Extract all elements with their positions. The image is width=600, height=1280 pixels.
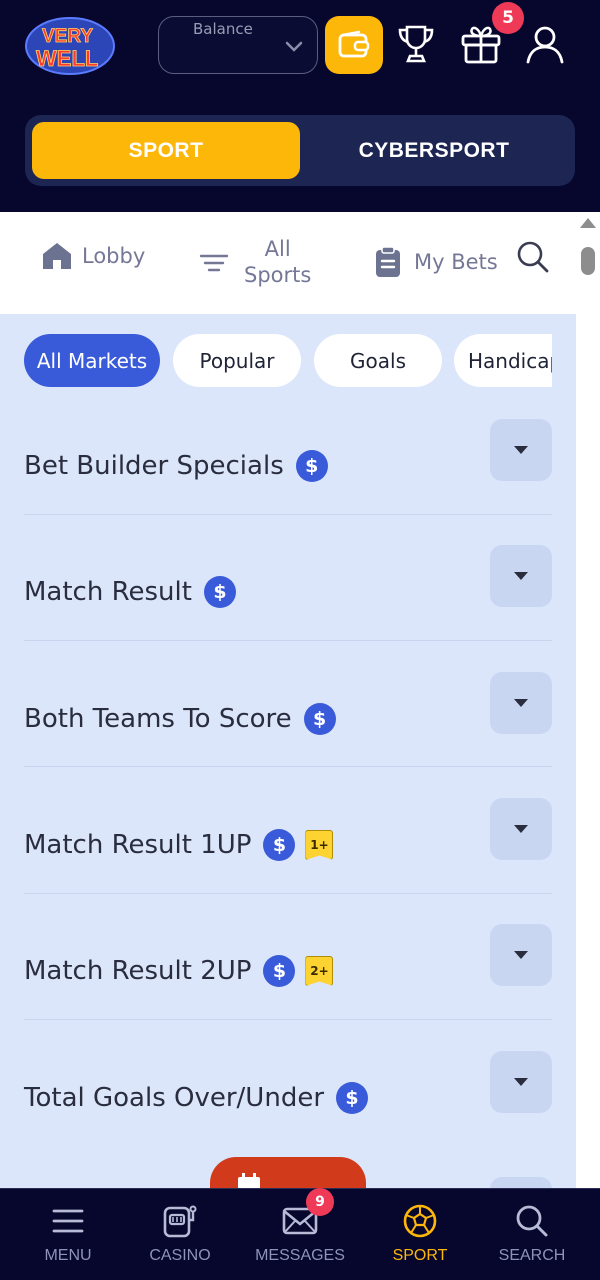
market-row[interactable]: Match Result 1UP $ 1+ xyxy=(24,798,552,898)
home-icon xyxy=(43,243,71,269)
bottom-nav-menu-label: MENU xyxy=(44,1247,92,1264)
search-icon xyxy=(516,1205,548,1237)
bottom-nav-sport-label: SPORT xyxy=(392,1247,448,1264)
nav-lobby[interactable]: Lobby xyxy=(40,240,145,272)
all-sports-line2: Sports xyxy=(244,263,312,287)
dollar-coin-icon: $ xyxy=(263,829,296,861)
search-icon xyxy=(517,241,549,273)
market-title: Total Goals Over/Under $ xyxy=(24,1082,369,1114)
chevron-down-icon xyxy=(285,41,303,52)
market-row[interactable]: Total Goals Over/Under $ xyxy=(24,1051,552,1151)
bottom-nav-sport[interactable]: SPORT xyxy=(360,1189,480,1280)
market-title-text: Match Result 2UP xyxy=(24,956,252,986)
trophy-icon xyxy=(398,25,434,63)
row-divider xyxy=(24,1019,552,1020)
market-title: Match Result $ xyxy=(24,576,236,608)
nav-my-bets-label: My Bets xyxy=(414,250,498,274)
market-title-text: Match Result xyxy=(24,577,192,607)
bottom-nav-menu[interactable]: MENU xyxy=(8,1189,128,1280)
gift-notification-badge: 5 xyxy=(492,2,524,34)
all-sports-line1: All xyxy=(264,237,291,261)
expand-button[interactable] xyxy=(490,545,552,607)
expand-button[interactable] xyxy=(490,672,552,734)
chip-all-markets[interactable]: All Markets xyxy=(24,334,160,387)
market-row[interactable]: Bet Builder Specials $ xyxy=(24,419,552,519)
market-title-text: Total Goals Over/Under xyxy=(24,1083,325,1113)
balance-dropdown[interactable]: Balance xyxy=(158,16,318,74)
market-row[interactable]: Match Result $ xyxy=(24,545,552,645)
bottom-navigation: MENU CASINO MESSAGES SPORT SEARCH xyxy=(0,1188,600,1280)
expand-button[interactable] xyxy=(490,1051,552,1113)
balance-label: Balance xyxy=(193,20,253,38)
sport-nav-bar: Lobby All Sports My Bets xyxy=(0,212,576,314)
caret-down-icon xyxy=(514,825,528,833)
sport-tab[interactable]: SPORT xyxy=(32,122,300,179)
row-divider xyxy=(24,766,552,767)
account-button[interactable] xyxy=(523,22,567,66)
nav-my-bets[interactable]: My Bets xyxy=(374,246,498,278)
market-row[interactable]: Both Teams To Score $ xyxy=(24,672,552,772)
expand-button[interactable] xyxy=(490,798,552,860)
boost-tag-badge: 2+ xyxy=(305,956,334,986)
dollar-coin-icon: $ xyxy=(303,703,336,735)
caret-down-icon xyxy=(514,446,528,454)
caret-down-icon xyxy=(514,951,528,959)
caret-down-icon xyxy=(514,699,528,707)
boost-tag-badge: 1+ xyxy=(305,830,334,860)
bottom-nav-search-label: SEARCH xyxy=(498,1247,566,1264)
nav-lobby-label: Lobby xyxy=(82,244,146,268)
expand-button[interactable] xyxy=(490,924,552,986)
wallet-button[interactable] xyxy=(325,16,383,74)
sport-type-switch: SPORT CYBERSPORT xyxy=(25,115,575,186)
wallet-icon xyxy=(338,30,370,58)
messages-notification-badge: 9 xyxy=(306,1188,334,1216)
scroll-up-arrow-icon[interactable] xyxy=(580,218,596,228)
market-title: Match Result 2UP $ 2+ xyxy=(24,955,334,987)
market-title-text: Both Teams To Score xyxy=(24,704,292,734)
chip-handicap[interactable]: Handicap xyxy=(454,334,552,387)
chip-goals[interactable]: Goals xyxy=(314,334,442,387)
market-title-text: Bet Builder Specials xyxy=(24,451,284,481)
caret-down-icon xyxy=(514,572,528,580)
nav-all-sports-label: All Sports xyxy=(244,236,311,288)
market-title-text: Match Result 1UP xyxy=(24,830,252,860)
logo-text-well: WELL xyxy=(36,46,98,71)
hamburger-menu-icon xyxy=(52,1209,84,1233)
market-filter-chips: All Markets Popular Goals Handicap xyxy=(0,330,552,392)
scrollbar[interactable] xyxy=(576,212,600,1188)
soccer-ball-icon xyxy=(403,1204,437,1238)
bottom-nav-casino[interactable]: CASINO xyxy=(120,1189,240,1280)
bottom-nav-messages-label: MESSAGES xyxy=(255,1247,345,1264)
dollar-coin-icon: $ xyxy=(263,955,296,987)
very-well-logo[interactable]: VERY WELL xyxy=(22,12,118,78)
market-title: Match Result 1UP $ 1+ xyxy=(24,829,334,861)
scrollbar-thumb[interactable] xyxy=(581,247,595,275)
nav-all-sports[interactable]: All Sports xyxy=(198,236,311,288)
cybersport-tab[interactable]: CYBERSPORT xyxy=(300,122,568,179)
dollar-coin-icon: $ xyxy=(203,576,236,608)
row-divider xyxy=(24,893,552,894)
chip-popular[interactable]: Popular xyxy=(173,334,301,387)
clipboard-icon xyxy=(376,246,400,277)
user-icon xyxy=(526,26,564,64)
logo-text-very: VERY xyxy=(42,26,93,47)
row-divider xyxy=(24,640,552,641)
caret-down-icon xyxy=(514,1078,528,1086)
bottom-nav-messages[interactable]: MESSAGES xyxy=(240,1189,360,1280)
market-row[interactable]: Match Result 2UP $ 2+ xyxy=(24,924,552,1024)
top-header: VERY WELL Balance 5 SPORT CYBERSPORT xyxy=(0,0,600,212)
dollar-coin-icon: $ xyxy=(295,450,328,482)
expand-button[interactable] xyxy=(490,419,552,481)
market-title: Both Teams To Score $ xyxy=(24,703,336,735)
slot-machine-icon xyxy=(163,1205,197,1238)
bottom-nav-search[interactable]: SEARCH xyxy=(472,1189,592,1280)
bottom-nav-casino-label: CASINO xyxy=(149,1247,211,1264)
nav-search-button[interactable] xyxy=(516,240,550,274)
trophy-button[interactable] xyxy=(394,22,438,66)
row-divider xyxy=(24,514,552,515)
dollar-coin-icon: $ xyxy=(336,1082,369,1114)
filter-lines-icon xyxy=(199,254,229,272)
app-page: VERY WELL Balance 5 SPORT CYBERSPORT Lob… xyxy=(0,0,600,1280)
market-title: Bet Builder Specials $ xyxy=(24,450,328,482)
